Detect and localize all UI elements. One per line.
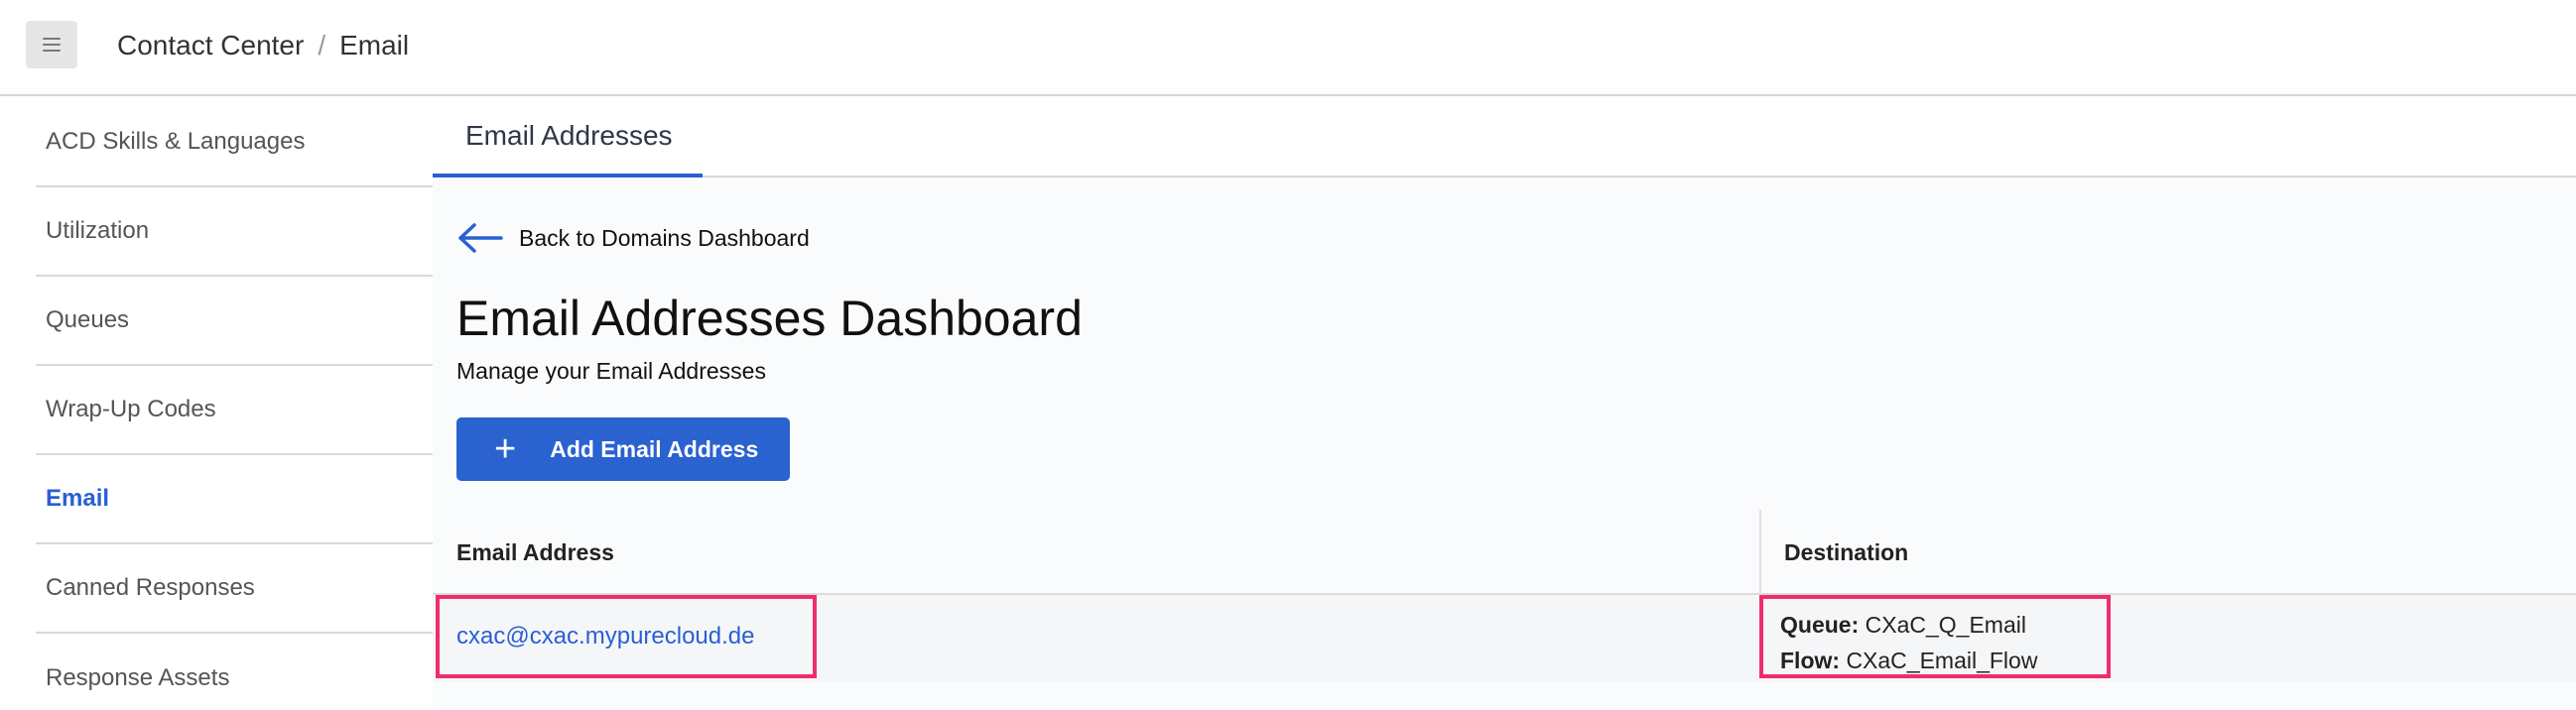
add-email-address-button[interactable]: + Add Email Address: [456, 417, 790, 481]
page-subtitle: Manage your Email Addresses: [456, 358, 766, 384]
sidebar-item-utilization[interactable]: Utilization: [36, 187, 433, 277]
sidebar-item-response-assets[interactable]: Response Assets: [36, 634, 433, 710]
email-addresses-table: Email Address Destination cxac@cxac.mypu…: [433, 510, 2576, 682]
table-row: cxac@cxac.mypurecloud.de Queue: CXaC_Q_E…: [433, 595, 2576, 682]
column-divider: [1759, 510, 1761, 595]
add-button-label: Add Email Address: [550, 435, 759, 462]
tab-bar: Email Addresses: [433, 98, 2576, 178]
tab-email-addresses[interactable]: Email Addresses: [433, 98, 703, 178]
queue-label: Queue:: [1780, 612, 1860, 638]
back-link-label: Back to Domains Dashboard: [519, 224, 810, 251]
plus-icon: +: [494, 428, 517, 470]
breadcrumb-separator: /: [318, 30, 326, 60]
sidebar-item-acd-skills[interactable]: ACD Skills & Languages: [36, 98, 433, 187]
column-header-email-address[interactable]: Email Address: [456, 510, 614, 595]
arrow-left-icon: [458, 223, 503, 253]
email-address-link[interactable]: cxac@cxac.mypurecloud.de: [436, 595, 817, 678]
sidebar-item-wrap-up-codes[interactable]: Wrap-Up Codes: [36, 366, 433, 455]
table-header: Email Address Destination: [433, 510, 2576, 595]
destination-flow: Flow: CXaC_Email_Flow: [1780, 643, 2107, 678]
column-header-destination[interactable]: Destination: [1784, 510, 1908, 595]
sidebar: ACD Skills & Languages Utilization Queue…: [36, 98, 433, 710]
queue-value: CXaC_Q_Email: [1865, 612, 2026, 638]
main-content: Email Addresses Back to Domains Dashboar…: [433, 98, 2576, 710]
hamburger-menu-icon[interactable]: [26, 21, 77, 68]
sidebar-item-canned-responses[interactable]: Canned Responses: [36, 544, 433, 634]
flow-label: Flow:: [1780, 648, 1841, 673]
top-header: Contact Center / Email: [0, 0, 2576, 96]
back-to-domains-link[interactable]: Back to Domains Dashboard: [457, 222, 810, 254]
breadcrumb-item-contact-center[interactable]: Contact Center: [117, 30, 304, 61]
sidebar-item-email[interactable]: Email: [36, 455, 433, 544]
breadcrumb-item-email: Email: [339, 30, 410, 60]
destination-cell: Queue: CXaC_Q_Email Flow: CXaC_Email_Flo…: [1759, 595, 2111, 678]
sidebar-item-queues[interactable]: Queues: [36, 277, 433, 366]
page-title: Email Addresses Dashboard: [456, 291, 1083, 346]
flow-value: CXaC_Email_Flow: [1846, 648, 2038, 673]
breadcrumb: Contact Center / Email: [117, 30, 409, 61]
destination-queue: Queue: CXaC_Q_Email: [1780, 607, 2107, 643]
